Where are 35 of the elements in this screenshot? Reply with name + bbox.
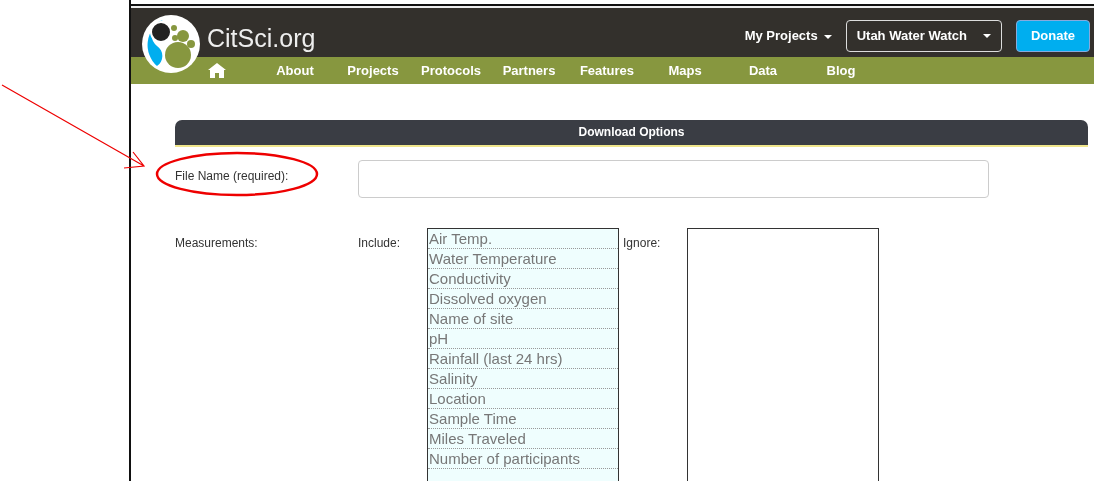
list-item[interactable]: Conductivity xyxy=(428,269,619,289)
list-item[interactable]: Salinity xyxy=(428,369,619,389)
home-icon[interactable] xyxy=(208,63,226,78)
list-item[interactable]: Location xyxy=(428,389,619,409)
donate-button[interactable]: Donate xyxy=(1015,20,1090,52)
field-label: Measurements: xyxy=(175,236,258,250)
caret-icon xyxy=(982,33,991,38)
nav-link[interactable]: Projects xyxy=(334,60,412,81)
include-label: Include: xyxy=(358,236,401,252)
list-item[interactable]: pH xyxy=(428,329,619,349)
caret-icon xyxy=(823,34,832,39)
nav-link[interactable]: Partners xyxy=(490,60,568,81)
nav-link[interactable]: Blog xyxy=(802,60,880,81)
nav-link[interactable]: Features xyxy=(568,60,646,81)
ignore-label: Ignore: xyxy=(623,236,661,252)
site-name[interactable]: CitSci.org xyxy=(207,20,316,58)
my-projects-menu[interactable]: My Projects xyxy=(744,26,832,46)
list-item[interactable]: Water Temperature xyxy=(428,249,619,269)
field-label: File Name (required): xyxy=(175,169,289,183)
nav-link[interactable]: Maps xyxy=(646,60,724,81)
list-item[interactable]: Sample Time xyxy=(428,409,619,429)
list-item[interactable]: Air Temp. xyxy=(428,229,619,249)
nav-link[interactable]: Data xyxy=(724,60,802,81)
list-item[interactable]: Dissolved oxygen xyxy=(428,289,619,309)
list-item[interactable]: Number of participants xyxy=(428,449,619,469)
ignore-list[interactable] xyxy=(687,228,880,481)
list-item[interactable]: Rainfall (last 24 hrs) xyxy=(428,349,619,369)
list-item[interactable]: Miles Traveled xyxy=(428,429,619,449)
file-name-field[interactable] xyxy=(358,160,989,198)
section-header: Download Options xyxy=(175,120,1088,147)
nav-link[interactable]: About xyxy=(256,60,334,81)
project-select[interactable]: Utah Water Watch xyxy=(845,20,1002,52)
include-list[interactable]: Air Temp. Water Temperature Conductivity Dissolved oxygen Name of site pH Rainfall (last 24 hrs) Salinity Location Sample Time Miles Traveled Number of participants xyxy=(427,228,620,481)
nav-link[interactable]: Protocols xyxy=(412,60,490,81)
list-item[interactable]: Name of site xyxy=(428,309,619,329)
